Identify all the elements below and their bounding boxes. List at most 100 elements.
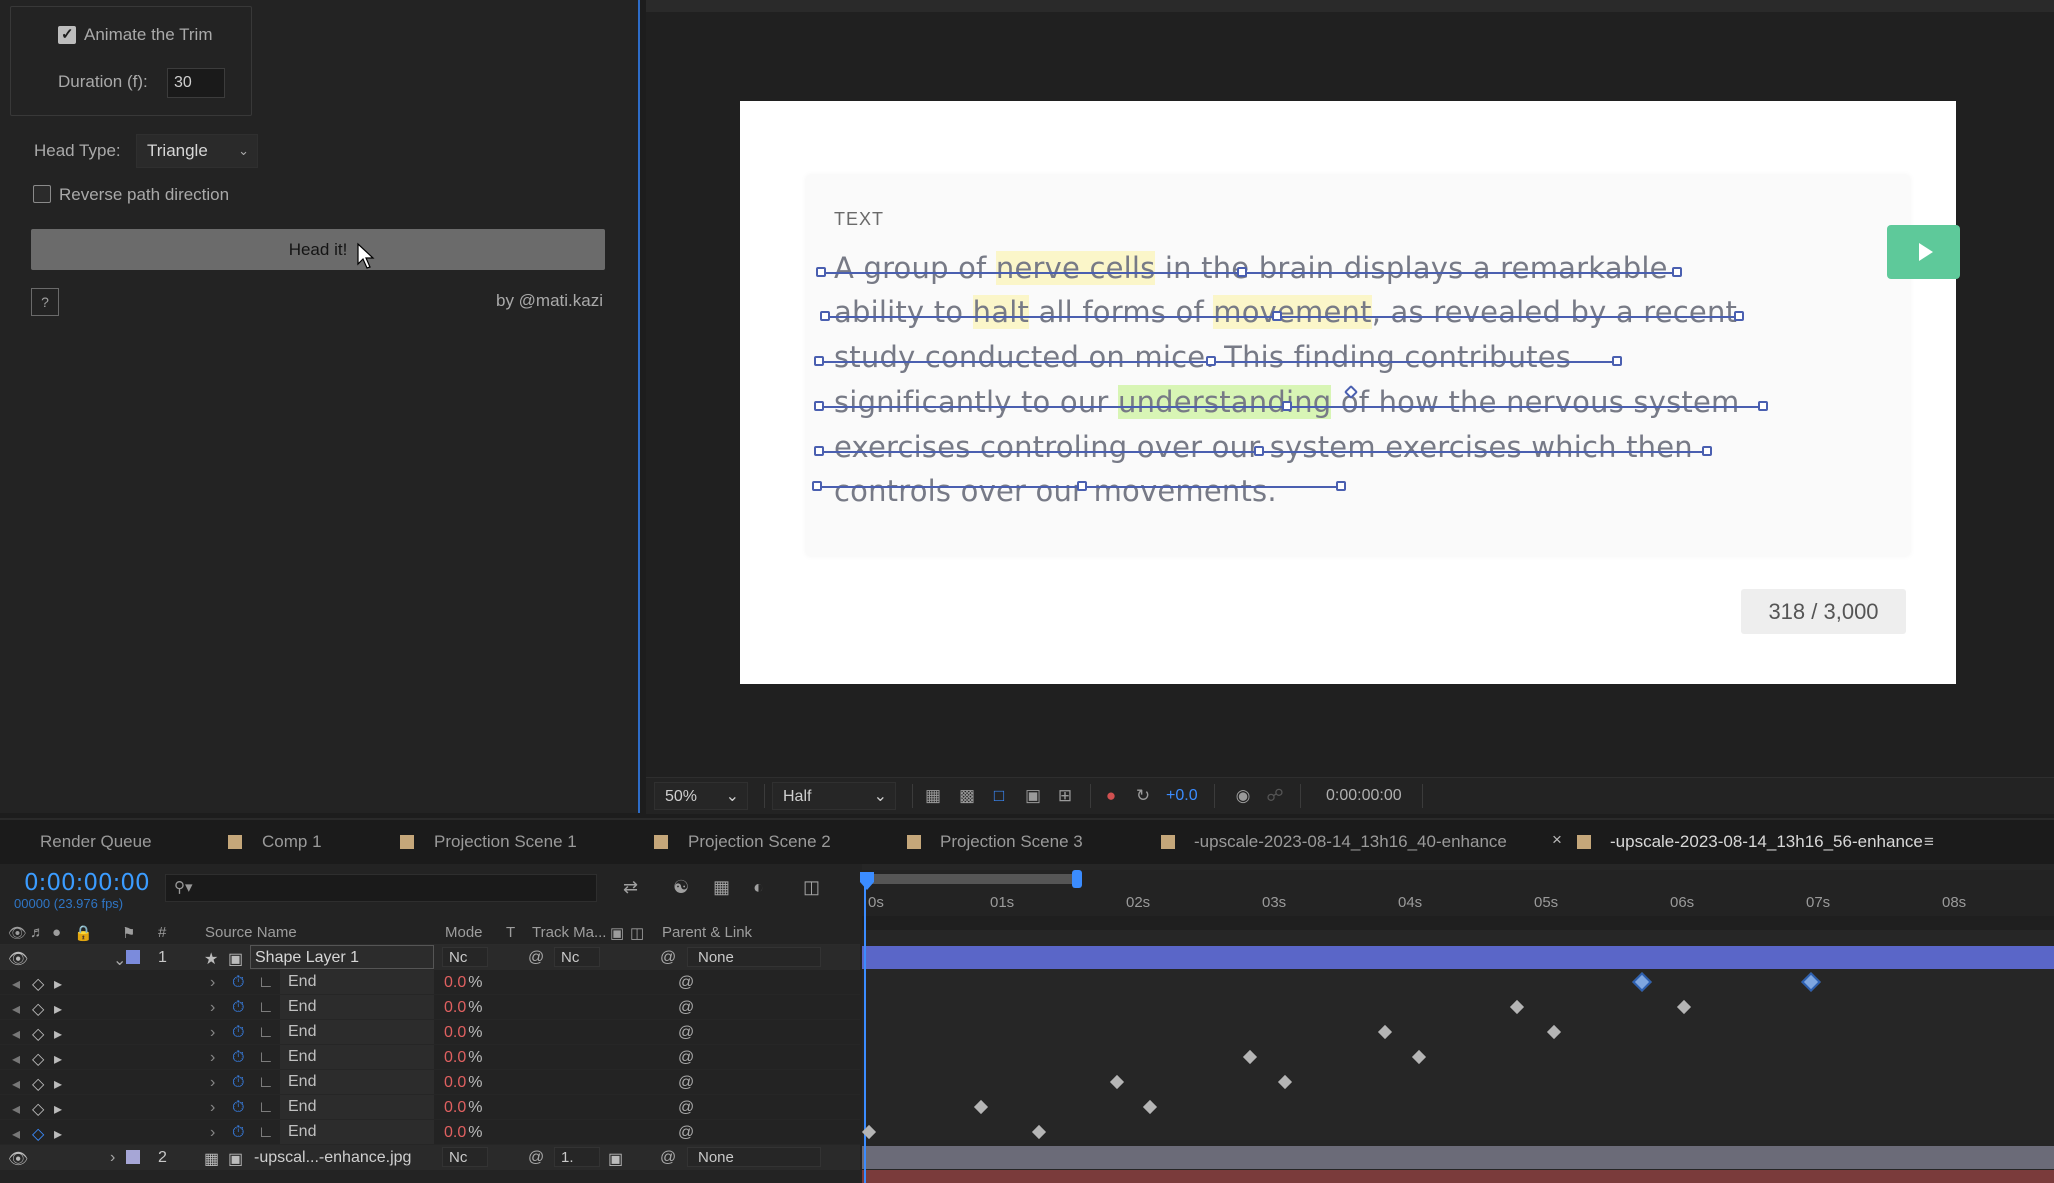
property-row-end[interactable]: ◂ ◇ ▸ › ⏱ ∟ End 0.0% @: [0, 1070, 860, 1095]
tab-upscale-56-active[interactable]: -upscale-2023-08-14_13h16_56-enhance: [1610, 832, 1923, 852]
blend-mode-select[interactable]: Nc: [442, 1147, 488, 1167]
exposure-value[interactable]: +0.0: [1166, 787, 1198, 805]
stopwatch-icon[interactable]: ⏱: [232, 999, 244, 1017]
layer-1-duration-bar[interactable]: [862, 946, 2054, 969]
property-value[interactable]: 0.0%: [444, 1124, 482, 1142]
stopwatch-icon[interactable]: ⏱: [232, 1124, 244, 1142]
label-color-swatch[interactable]: [126, 950, 140, 964]
solo-icon[interactable]: ●: [52, 924, 61, 941]
stopwatch-icon[interactable]: ⏱: [232, 1099, 244, 1117]
transparency-grid-icon[interactable]: ▩: [956, 786, 978, 806]
region-of-interest-icon[interactable]: ▣: [1022, 786, 1044, 806]
next-keyframe-icon[interactable]: ▸: [54, 1099, 62, 1119]
keyframe[interactable]: [1277, 1074, 1293, 1090]
keyframe[interactable]: [1509, 999, 1525, 1015]
tab-projection-scene-1[interactable]: Projection Scene 1: [434, 832, 577, 852]
expression-pickwhip-icon[interactable]: @: [678, 1099, 694, 1117]
work-area-end-handle[interactable]: [1072, 870, 1082, 888]
next-keyframe-icon[interactable]: ▸: [54, 1074, 62, 1094]
graph-toggle-icon[interactable]: ∟: [258, 999, 274, 1017]
keyframe[interactable]: [1142, 1099, 1158, 1115]
parent-select[interactable]: None: [687, 1147, 821, 1167]
expand-property-icon[interactable]: ›: [210, 1074, 215, 1092]
next-keyframe-icon[interactable]: ▸: [54, 1049, 62, 1069]
shy-layers-icon[interactable]: ☯: [673, 877, 689, 898]
prev-keyframe-icon[interactable]: ◂: [12, 1124, 20, 1144]
layer-name-box[interactable]: Shape Layer 1: [250, 945, 434, 969]
current-time-display[interactable]: 0:00:00:00: [24, 870, 150, 896]
expand-layer-icon[interactable]: ›: [110, 1149, 115, 1167]
property-value[interactable]: 0.0%: [444, 999, 482, 1017]
keyframe[interactable]: [1031, 1124, 1047, 1140]
add-keyframe-icon[interactable]: ◇: [32, 1074, 44, 1094]
tab-comp-1[interactable]: Comp 1: [262, 832, 322, 852]
tab-render-queue[interactable]: Render Queue: [40, 832, 152, 852]
property-row-end[interactable]: ◂ ◇ ▸ › ⏱ ∟ End 0.0% @: [0, 1045, 860, 1070]
expand-property-icon[interactable]: ›: [210, 974, 215, 992]
keyframe[interactable]: [1632, 972, 1652, 992]
eye-icon[interactable]: 👁: [8, 1149, 28, 1169]
property-row-end[interactable]: ◂ ◇ ▸ › ⏱ ∟ End 0.0% @: [0, 995, 860, 1020]
show-snapshot-icon[interactable]: ☍: [1264, 786, 1286, 806]
graph-toggle-icon[interactable]: ∟: [258, 1024, 274, 1042]
track-matte-pickwhip-icon[interactable]: @: [528, 1149, 544, 1167]
graph-toggle-icon[interactable]: ∟: [258, 1124, 274, 1142]
add-keyframe-icon[interactable]: ◇: [32, 1024, 44, 1044]
stopwatch-icon[interactable]: ⏱: [232, 1049, 244, 1067]
keyframe[interactable]: [973, 1099, 989, 1115]
lock-icon[interactable]: 🔒: [74, 924, 93, 942]
layer-row-1[interactable]: 👁 ⌄ 1 ★ ▣ Shape Layer 1 Nc @ Nc @ None: [0, 945, 860, 970]
expression-pickwhip-icon[interactable]: @: [678, 1024, 694, 1042]
tab-projection-scene-2[interactable]: Projection Scene 2: [688, 832, 831, 852]
zoom-select[interactable]: 50% ⌄: [654, 782, 748, 810]
next-keyframe-icon[interactable]: ▸: [54, 999, 62, 1019]
expand-property-icon[interactable]: ›: [210, 999, 215, 1017]
property-value-number[interactable]: 0.0: [444, 1024, 466, 1041]
expression-pickwhip-icon[interactable]: @: [678, 999, 694, 1017]
stopwatch-icon[interactable]: ⏱: [232, 974, 244, 992]
keyframe[interactable]: [1676, 999, 1692, 1015]
next-keyframe-icon[interactable]: ▸: [54, 974, 62, 994]
layer-2-duration-bar[interactable]: [862, 1146, 2054, 1169]
frame-blending-icon[interactable]: ▦: [713, 877, 730, 898]
work-area-bar[interactable]: [862, 874, 1078, 884]
stopwatch-icon[interactable]: ⏱: [232, 1024, 244, 1042]
parent-pickwhip-icon[interactable]: @: [660, 1149, 676, 1167]
keyframe[interactable]: [1801, 972, 1821, 992]
help-button[interactable]: ?: [31, 288, 59, 316]
channel-icon[interactable]: ●: [1100, 786, 1122, 806]
parent-select[interactable]: None: [687, 947, 821, 967]
property-value-number[interactable]: 0.0: [444, 1124, 466, 1141]
motion-blur-icon[interactable]: ◐: [753, 877, 764, 898]
graph-toggle-icon[interactable]: ∟: [258, 1049, 274, 1067]
add-keyframe-icon[interactable]: ◇: [32, 1049, 44, 1069]
keyframe[interactable]: [1377, 1024, 1393, 1040]
head-type-select[interactable]: Triangle ⌄: [136, 134, 258, 168]
layer-row-2[interactable]: 👁 › 2 ▦ ▣ -upscal...-enhance.jpg Nc @ 1.…: [0, 1145, 860, 1170]
animate-trim-checkbox[interactable]: [58, 25, 76, 44]
property-row-end[interactable]: ◂ ◇ ▸ › ⏱ ∟ End 0.0% @: [0, 970, 860, 995]
keyframe[interactable]: [1411, 1049, 1427, 1065]
layer-name[interactable]: -upscal...-enhance.jpg: [254, 1149, 411, 1167]
duration-input[interactable]: 30: [167, 68, 225, 98]
prev-keyframe-icon[interactable]: ◂: [12, 1099, 20, 1119]
prev-keyframe-icon[interactable]: ◂: [12, 1074, 20, 1094]
add-keyframe-icon[interactable]: ◇: [32, 1124, 44, 1144]
label-icon[interactable]: ⚑: [122, 924, 135, 942]
property-value[interactable]: 0.0%: [444, 1024, 482, 1042]
fast-previews-icon[interactable]: ▦: [922, 786, 944, 806]
next-keyframe-icon[interactable]: ▸: [54, 1124, 62, 1144]
play-button[interactable]: [1887, 225, 1960, 279]
reset-exposure-icon[interactable]: ↻: [1132, 786, 1154, 806]
property-row-end[interactable]: ◂ ◇ ▸ › ⏱ ∟ End 0.0% @: [0, 1120, 860, 1145]
keyframe[interactable]: [1109, 1074, 1125, 1090]
composition-flowchart-icon[interactable]: ⇄: [623, 877, 638, 898]
label-color-swatch[interactable]: [126, 1150, 140, 1164]
prev-keyframe-icon[interactable]: ◂: [12, 999, 20, 1019]
track-matte-pickwhip-icon[interactable]: @: [528, 949, 544, 967]
close-tab-icon[interactable]: ×: [1552, 830, 1562, 850]
blend-mode-select[interactable]: Nc: [442, 947, 488, 967]
viewer-timecode[interactable]: 0:00:00:00: [1326, 787, 1402, 805]
graph-toggle-icon[interactable]: ∟: [258, 974, 274, 992]
track-matte-select[interactable]: Nc: [554, 947, 600, 967]
